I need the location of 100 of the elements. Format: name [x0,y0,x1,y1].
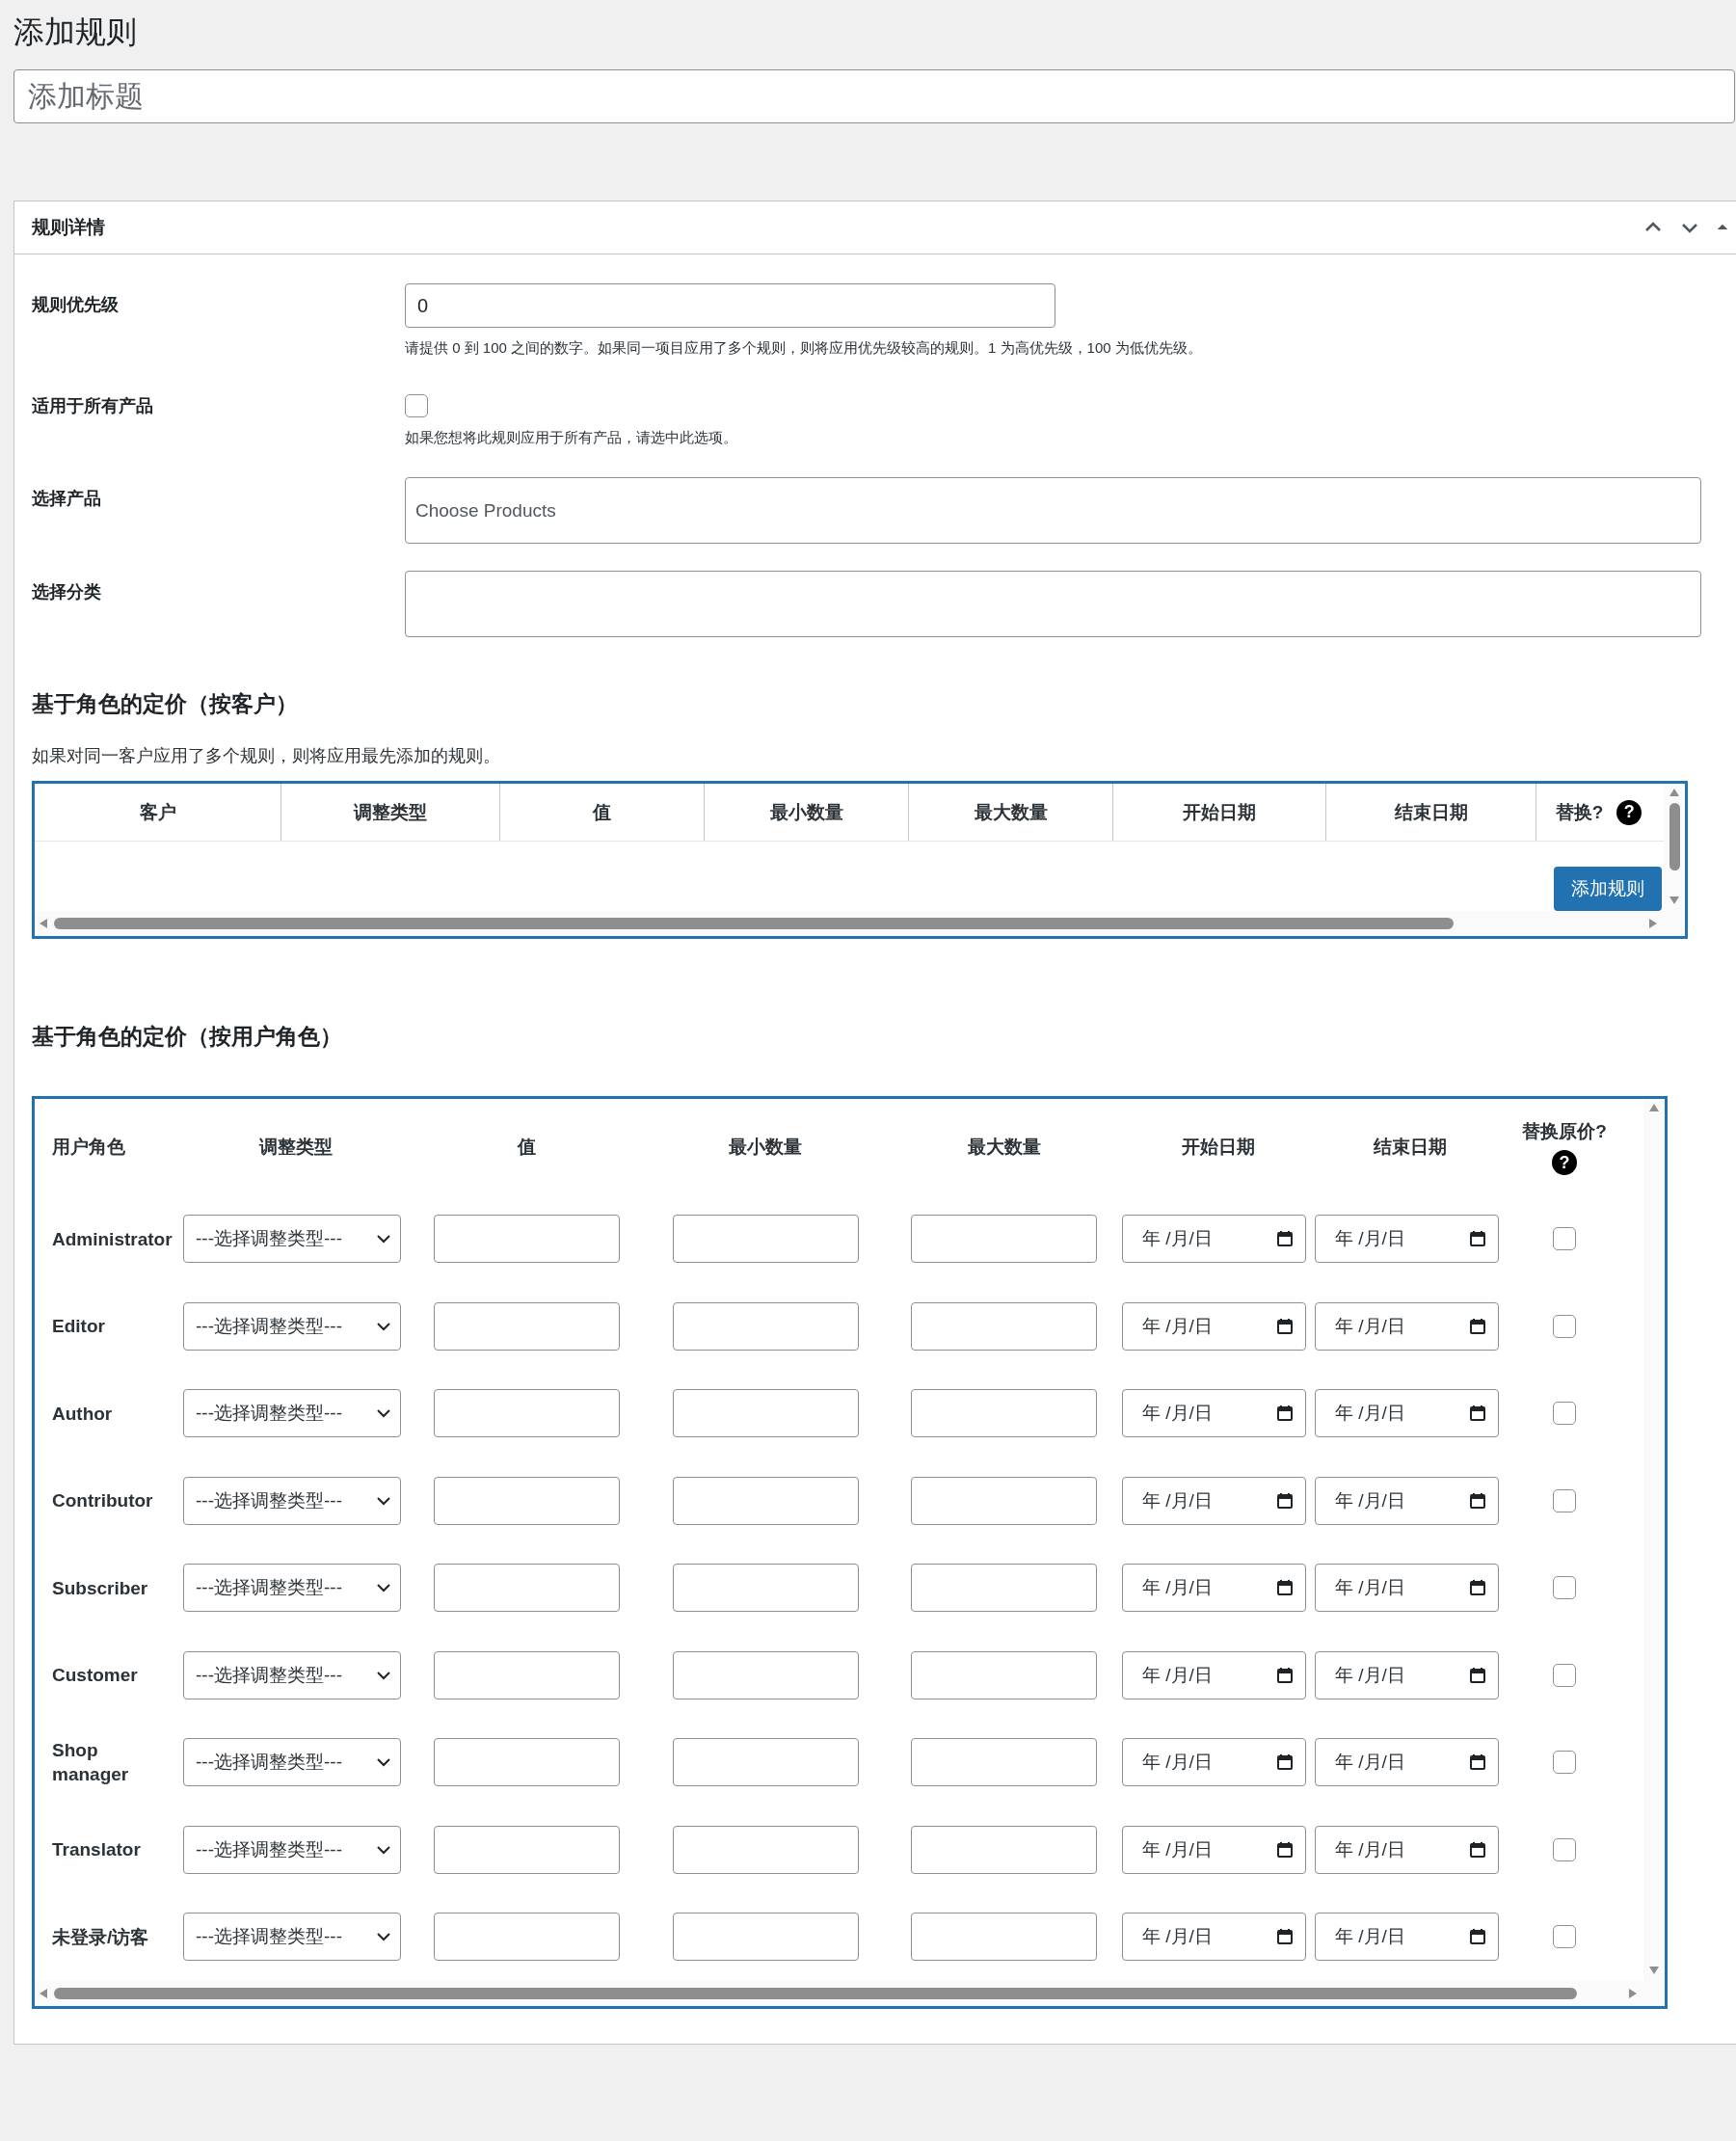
horizontal-scrollbar[interactable] [35,1980,1643,2006]
min-quantity-input[interactable] [672,1913,859,1962]
calendar-icon[interactable] [1276,1928,1294,1946]
replace-checkbox[interactable] [1553,1227,1576,1251]
max-quantity-input[interactable] [911,1738,1097,1787]
checkbox[interactable] [405,394,428,417]
calendar-icon[interactable] [1469,1928,1486,1946]
start-date-input[interactable]: 年 /月/日 [1122,1389,1306,1438]
end-date-input[interactable]: 年 /月/日 [1315,1913,1499,1962]
adjustment-select[interactable]: ---选择调整类型--- [183,1476,401,1525]
max-quantity-input[interactable] [911,1825,1097,1874]
select-field[interactable] [405,571,1701,637]
calendar-icon[interactable] [1276,1840,1294,1859]
min-quantity-input[interactable] [672,1650,859,1699]
replace-checkbox[interactable] [1553,1837,1576,1861]
calendar-icon[interactable] [1469,1405,1486,1423]
adjustment-select[interactable]: ---选择调整类型--- [183,1650,401,1699]
start-date-input[interactable]: 年 /月/日 [1122,1476,1306,1525]
select-field[interactable]: Choose Products [405,477,1701,544]
adjustment-select[interactable]: ---选择调整类型--- [183,1564,401,1613]
min-quantity-input[interactable] [672,1476,859,1525]
end-date-input[interactable]: 年 /月/日 [1315,1825,1499,1874]
min-quantity-input[interactable] [672,1825,859,1874]
adjustment-select[interactable]: ---选择调整类型--- [183,1738,401,1787]
scrollbar-thumb[interactable] [54,1987,1578,1999]
start-date-input[interactable]: 年 /月/日 [1122,1564,1306,1613]
calendar-icon[interactable] [1276,1230,1294,1248]
end-date-input[interactable]: 年 /月/日 [1315,1564,1499,1613]
replace-checkbox[interactable] [1553,1402,1576,1426]
calendar-icon[interactable] [1276,1666,1294,1684]
calendar-icon[interactable] [1469,1230,1486,1248]
scrollbar-thumb[interactable] [54,918,1454,929]
calendar-icon[interactable] [1276,1579,1294,1597]
scroll-arrow-icon[interactable] [39,1987,50,1999]
adjustment-select[interactable]: ---选择调整类型--- [183,1215,401,1264]
max-quantity-input[interactable] [911,1389,1097,1438]
replace-checkbox[interactable] [1553,1488,1576,1512]
end-date-input[interactable]: 年 /月/日 [1315,1476,1499,1525]
adjustment-select[interactable]: ---选择调整类型--- [183,1825,401,1874]
priority-input[interactable]: 0 [405,283,1055,328]
max-quantity-input[interactable] [911,1301,1097,1351]
replace-checkbox[interactable] [1553,1925,1576,1949]
max-quantity-input[interactable] [911,1476,1097,1525]
min-quantity-input[interactable] [672,1389,859,1438]
start-date-input[interactable]: 年 /月/日 [1122,1825,1306,1874]
add-rule-button[interactable]: 添加规则 [1554,867,1662,911]
calendar-icon[interactable] [1276,1491,1294,1510]
end-date-input[interactable]: 年 /月/日 [1315,1215,1499,1264]
end-date-input[interactable]: 年 /月/日 [1315,1301,1499,1351]
scrollbar-thumb[interactable] [1669,803,1680,870]
replace-checkbox[interactable] [1553,1751,1576,1775]
calendar-icon[interactable] [1276,1405,1294,1423]
min-quantity-input[interactable] [672,1215,859,1264]
start-date-input[interactable]: 年 /月/日 [1122,1650,1306,1699]
vertical-scrollbar[interactable] [1643,1099,1665,2006]
start-date-input[interactable]: 年 /月/日 [1122,1913,1306,1962]
max-quantity-input[interactable] [911,1564,1097,1613]
value-input[interactable] [434,1913,620,1962]
calendar-icon[interactable] [1469,1840,1486,1859]
end-date-input[interactable]: 年 /月/日 [1315,1650,1499,1699]
replace-checkbox[interactable] [1553,1663,1576,1687]
max-quantity-input[interactable] [911,1913,1097,1962]
min-quantity-input[interactable] [672,1738,859,1787]
value-input[interactable] [434,1650,620,1699]
help-icon[interactable]: ? [1552,1150,1577,1175]
start-date-input[interactable]: 年 /月/日 [1122,1215,1306,1264]
title-input[interactable]: 添加标题 [13,69,1735,123]
min-quantity-input[interactable] [672,1564,859,1613]
adjustment-select[interactable]: ---选择调整类型--- [183,1389,401,1438]
end-date-input[interactable]: 年 /月/日 [1315,1389,1499,1438]
max-quantity-input[interactable] [911,1215,1097,1264]
start-date-input[interactable]: 年 /月/日 [1122,1738,1306,1787]
calendar-icon[interactable] [1469,1317,1486,1335]
value-input[interactable] [434,1564,620,1613]
horizontal-scrollbar[interactable] [35,911,1664,936]
calendar-icon[interactable] [1469,1666,1486,1684]
value-input[interactable] [434,1215,620,1264]
adjustment-select[interactable]: ---选择调整类型--- [183,1913,401,1962]
replace-checkbox[interactable] [1553,1314,1576,1338]
value-input[interactable] [434,1476,620,1525]
value-input[interactable] [434,1738,620,1787]
calendar-icon[interactable] [1276,1317,1294,1335]
adjustment-select[interactable]: ---选择调整类型--- [183,1301,401,1351]
vertical-scrollbar[interactable] [1664,784,1685,936]
calendar-icon[interactable] [1469,1753,1486,1772]
calendar-icon[interactable] [1276,1753,1294,1772]
value-input[interactable] [434,1301,620,1351]
help-icon[interactable]: ? [1616,799,1643,825]
min-quantity-input[interactable] [672,1301,859,1351]
scroll-arrow-icon[interactable] [39,918,50,929]
value-input[interactable] [434,1389,620,1438]
replace-checkbox[interactable] [1553,1576,1576,1600]
scroll-arrow-icon[interactable] [1669,788,1680,799]
max-quantity-input[interactable] [911,1650,1097,1699]
value-input[interactable] [434,1825,620,1874]
scroll-arrow-icon[interactable] [1648,1103,1660,1114]
end-date-input[interactable]: 年 /月/日 [1315,1738,1499,1787]
calendar-icon[interactable] [1469,1579,1486,1597]
calendar-icon[interactable] [1469,1491,1486,1510]
start-date-input[interactable]: 年 /月/日 [1122,1301,1306,1351]
